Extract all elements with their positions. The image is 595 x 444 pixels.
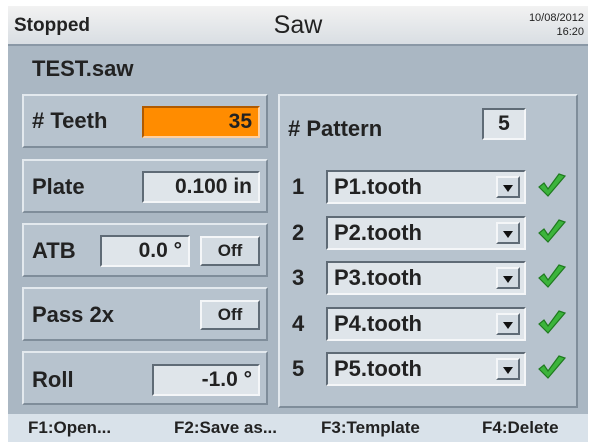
- pattern-select-value: P3.tooth: [334, 265, 422, 290]
- date-label: 10/08/2012: [528, 12, 584, 24]
- pass2x-label: Pass 2x: [32, 302, 114, 327]
- pattern-label: # Pattern: [288, 116, 383, 141]
- pattern-select-value: P1.tooth: [334, 174, 422, 199]
- pattern-count-input[interactable]: 5: [482, 108, 526, 140]
- saw-screen: Stopped Saw 10/08/2012 16:20 TEST.saw # …: [8, 6, 588, 442]
- atb-input[interactable]: 0.0 °: [100, 235, 190, 267]
- time-label: 16:20: [556, 26, 584, 38]
- pattern-select-value: P2.tooth: [334, 220, 422, 245]
- pattern-select-value: P5.tooth: [334, 356, 422, 381]
- pattern-row-number: 5: [292, 356, 305, 381]
- pattern-select-value: P4.tooth: [334, 311, 422, 336]
- pattern-row-number: 3: [292, 265, 305, 290]
- atb-label: ATB: [32, 238, 76, 263]
- chevron-down-icon[interactable]: [496, 313, 520, 335]
- teeth-label: # Teeth: [32, 108, 108, 133]
- atb-panel: ATB 0.0 ° Off: [22, 223, 268, 277]
- f2-save-as-button[interactable]: F2:Save as...: [174, 418, 277, 438]
- check-icon: [538, 264, 567, 288]
- pattern-select-1[interactable]: P1.tooth: [326, 170, 526, 204]
- check-icon: [538, 219, 567, 243]
- pass2x-panel: Pass 2x Off: [22, 287, 268, 341]
- check-icon: [538, 173, 567, 197]
- title-bar: Stopped Saw 10/08/2012 16:20: [8, 6, 588, 46]
- pattern-select-5[interactable]: P5.tooth: [326, 352, 526, 386]
- teeth-panel: # Teeth 35: [22, 94, 268, 148]
- chevron-down-icon[interactable]: [496, 176, 520, 198]
- pattern-row-number: 4: [292, 311, 305, 336]
- plate-label: Plate: [32, 174, 85, 199]
- plate-panel: Plate 0.100 in: [22, 159, 268, 213]
- atb-toggle-button[interactable]: Off: [200, 236, 260, 266]
- plate-input[interactable]: 0.100 in: [142, 171, 260, 203]
- file-name: TEST.saw: [32, 56, 134, 81]
- pattern-row-number: 2: [292, 220, 305, 245]
- roll-input[interactable]: -1.0 °: [152, 364, 260, 396]
- f3-template-button[interactable]: F3:Template: [321, 418, 420, 438]
- pattern-select-2[interactable]: P2.tooth: [326, 216, 526, 250]
- pass2x-toggle-button[interactable]: Off: [200, 300, 260, 330]
- chevron-down-icon[interactable]: [496, 358, 520, 380]
- function-key-bar: F1:Open... F2:Save as... F3:Template F4:…: [8, 414, 588, 442]
- pattern-select-3[interactable]: P3.tooth: [326, 261, 526, 295]
- chevron-down-icon[interactable]: [496, 267, 520, 289]
- chevron-down-icon[interactable]: [496, 222, 520, 244]
- f1-open-button[interactable]: F1:Open...: [28, 418, 111, 438]
- roll-panel: Roll -1.0 °: [22, 351, 268, 405]
- pattern-select-4[interactable]: P4.tooth: [326, 307, 526, 341]
- check-icon: [538, 355, 567, 379]
- page-title: Saw: [273, 11, 323, 39]
- roll-label: Roll: [32, 367, 74, 392]
- f4-delete-button[interactable]: F4:Delete: [482, 418, 559, 438]
- check-icon: [538, 310, 567, 334]
- teeth-input[interactable]: 35: [142, 106, 260, 138]
- date-time: 10/08/2012 16:20: [529, 11, 584, 39]
- pattern-row-number: 1: [292, 174, 305, 199]
- pattern-panel: # Pattern 5 1 P1.tooth 2 P2.tooth 3 P3.t…: [278, 94, 578, 408]
